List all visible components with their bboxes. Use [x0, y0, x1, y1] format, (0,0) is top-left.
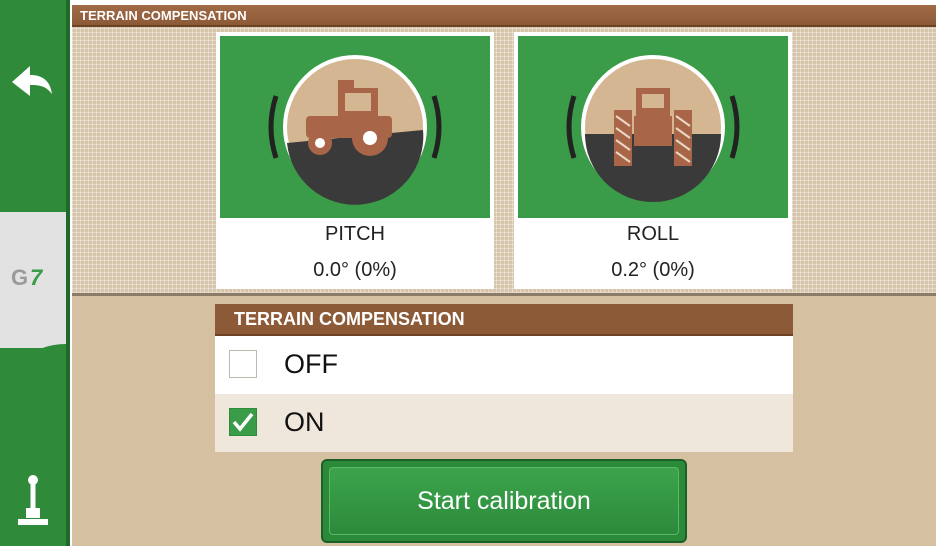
- start-calibration-button[interactable]: Start calibration: [321, 459, 687, 543]
- option-off-label: OFF: [284, 349, 338, 379]
- g7-logo: G 7: [10, 264, 56, 290]
- option-on[interactable]: ON: [215, 394, 793, 452]
- joystick-icon: [18, 475, 48, 525]
- option-on-label: ON: [284, 407, 325, 437]
- start-calibration-label: Start calibration: [417, 487, 591, 515]
- tractor-rear-view-icon: [566, 55, 740, 202]
- sidebar-edge: [66, 0, 70, 546]
- terrain-compensation-panel: TERRAIN COMPENSATION OFF ON: [215, 304, 793, 452]
- joystick-button[interactable]: [12, 470, 52, 530]
- on-checkbox[interactable]: [229, 408, 257, 436]
- roll-value: 0.2° (0%): [611, 259, 695, 281]
- svg-text:G: G: [11, 265, 28, 290]
- roll-card: ROLL 0.2° (0%): [514, 32, 792, 289]
- back-arrow-icon: [12, 66, 52, 96]
- sidebar-shape: [0, 150, 66, 214]
- sidebar: G 7: [0, 0, 70, 546]
- pitch-label: PITCH: [325, 223, 385, 245]
- roll-illustration: [518, 36, 788, 218]
- back-button[interactable]: [8, 62, 56, 102]
- sensor-panel: [72, 27, 936, 293]
- pitch-card: PITCH 0.0° (0%): [216, 32, 494, 289]
- checkmark-icon: [232, 412, 254, 432]
- page-header: TERRAIN COMPENSATION: [72, 5, 936, 27]
- roll-label: ROLL: [626, 223, 680, 245]
- tractor-side-view-icon: [268, 55, 442, 205]
- pitch-illustration: [220, 36, 490, 218]
- option-off[interactable]: OFF: [215, 336, 793, 394]
- off-checkbox[interactable]: [229, 350, 257, 378]
- pitch-value: 0.0° (0%): [313, 259, 397, 281]
- terrain-compensation-title: TERRAIN COMPENSATION: [215, 304, 793, 336]
- page-title: TERRAIN COMPENSATION: [80, 8, 247, 23]
- svg-text:7: 7: [30, 265, 44, 290]
- sidebar-shape: [0, 344, 66, 404]
